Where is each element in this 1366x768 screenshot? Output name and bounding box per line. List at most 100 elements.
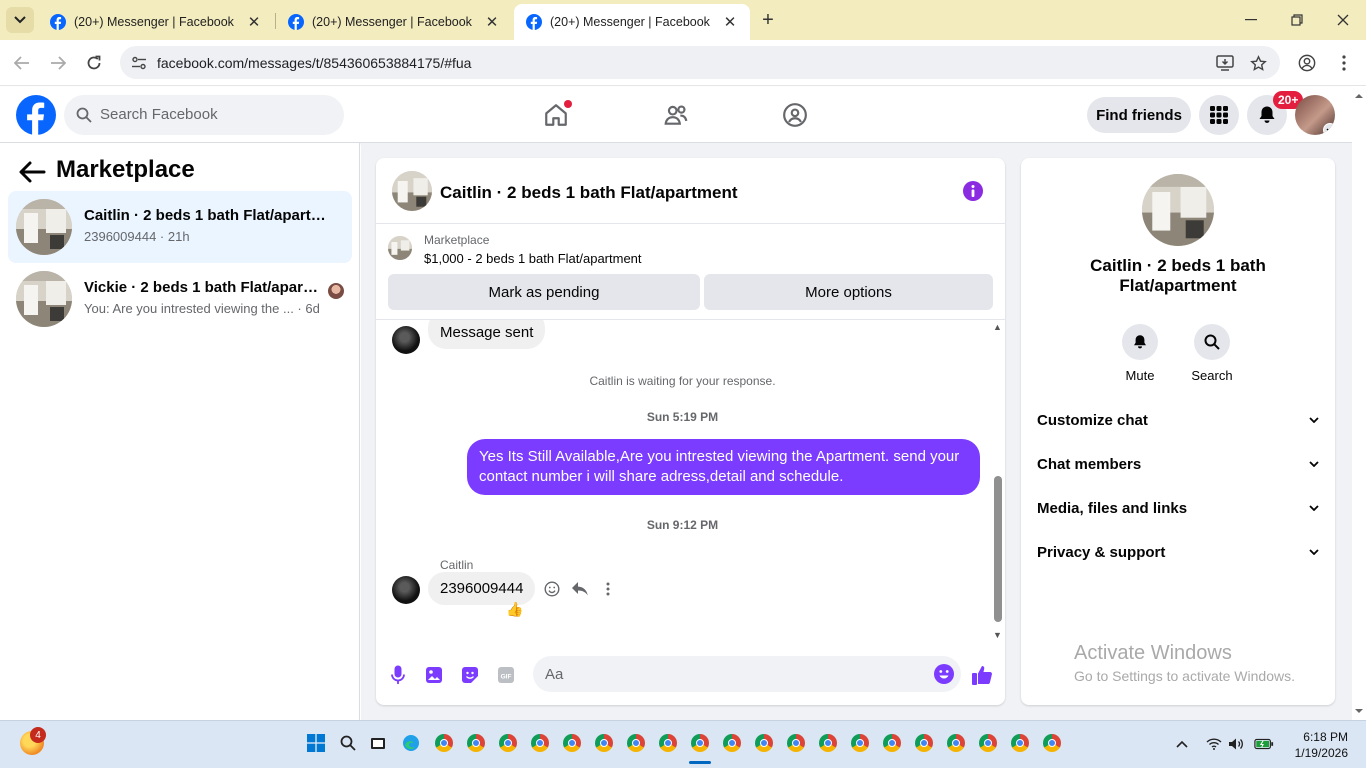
wifi-icon — [1206, 738, 1222, 750]
reload-button[interactable] — [82, 51, 106, 75]
chrome-window-16[interactable] — [913, 732, 935, 754]
react-button[interactable] — [541, 578, 563, 600]
info-icon[interactable] — [962, 180, 984, 202]
nav-home[interactable] — [526, 95, 586, 135]
edge-browser-button[interactable] — [400, 732, 422, 754]
chrome-window-5[interactable] — [561, 732, 583, 754]
new-tab-button[interactable]: + — [756, 8, 780, 32]
voice-clip-button[interactable] — [386, 663, 410, 687]
section-chat-members[interactable]: Chat members — [1037, 452, 1319, 476]
reply-button[interactable] — [569, 578, 591, 600]
chrome-window-6[interactable] — [593, 732, 615, 754]
search-in-conversation-button[interactable]: Search — [1182, 324, 1242, 383]
browser-tab-3-active[interactable]: (20+) Messenger | Facebook ✕ — [514, 4, 750, 40]
chat-listing-avatar[interactable] — [392, 171, 432, 211]
tab-search-button[interactable] — [6, 7, 34, 33]
find-friends-button[interactable]: Find friends — [1087, 97, 1191, 133]
section-privacy-support[interactable]: Privacy & support — [1037, 540, 1319, 564]
chrome-window-1[interactable] — [433, 732, 455, 754]
scroll-up-icon[interactable]: ▲ — [993, 322, 1002, 332]
listing-price[interactable]: $1,000 - 2 beds 1 bath Flat/apartment — [424, 251, 642, 266]
back-arrow-icon[interactable] — [18, 160, 46, 184]
close-tab-icon[interactable]: ✕ — [484, 13, 500, 31]
facebook-logo-icon[interactable] — [16, 95, 56, 135]
menu-button[interactable] — [1199, 95, 1239, 135]
chrome-window-13[interactable] — [817, 732, 839, 754]
message-input[interactable]: Aa — [533, 656, 961, 692]
chrome-window-19[interactable] — [1009, 732, 1031, 754]
sender-name: Caitlin — [440, 558, 474, 572]
chrome-window-12[interactable] — [785, 732, 807, 754]
nav-groups[interactable] — [765, 95, 825, 135]
emoji-icon[interactable] — [933, 663, 955, 685]
start-button[interactable] — [305, 732, 327, 754]
site-info-icon[interactable] — [128, 52, 150, 74]
mute-label: Mute — [1125, 368, 1155, 383]
chrome-window-9-active[interactable] — [689, 732, 711, 754]
volume-status[interactable] — [1226, 734, 1246, 754]
mark-as-pending-button[interactable]: Mark as pending — [388, 274, 700, 310]
sender-avatar[interactable] — [392, 326, 420, 354]
browser-tab-1[interactable]: (20+) Messenger | Facebook ✕ — [38, 4, 274, 40]
url-text[interactable]: facebook.com/messages/t/854360653884175/… — [157, 55, 471, 71]
chrome-window-4[interactable] — [529, 732, 551, 754]
nav-friends[interactable] — [646, 95, 706, 135]
sender-avatar[interactable] — [392, 576, 420, 604]
chrome-window-20[interactable] — [1041, 732, 1063, 754]
browser-menu-button[interactable] — [1332, 51, 1356, 75]
wifi-status[interactable] — [1204, 734, 1224, 754]
chrome-window-10[interactable] — [721, 732, 743, 754]
chrome-window-17[interactable] — [945, 732, 967, 754]
system-clock[interactable]: 6:18 PM 1/19/2026 — [1288, 729, 1348, 761]
task-view-button[interactable] — [367, 732, 389, 754]
bookmark-star-icon[interactable] — [1247, 52, 1269, 74]
more-options-button[interactable]: More options — [704, 274, 993, 310]
section-label: Customize chat — [1037, 411, 1148, 429]
facebook-search-box[interactable]: Search Facebook — [64, 95, 344, 135]
page-scrollbar[interactable] — [1352, 87, 1366, 720]
battery-status[interactable] — [1254, 734, 1274, 754]
details-listing-avatar[interactable] — [1142, 174, 1214, 246]
reaction-emoji[interactable]: 👍 — [506, 601, 523, 618]
back-button[interactable] — [10, 51, 34, 75]
chrome-window-18[interactable] — [977, 732, 999, 754]
bell-icon — [1122, 324, 1158, 360]
forward-button[interactable] — [46, 51, 70, 75]
chrome-window-7[interactable] — [625, 732, 647, 754]
chrome-window-3[interactable] — [497, 732, 519, 754]
scrollbar-thumb[interactable] — [994, 476, 1002, 622]
chrome-window-11[interactable] — [753, 732, 775, 754]
like-send-button[interactable] — [970, 663, 994, 687]
install-app-icon[interactable] — [1214, 52, 1236, 74]
restore-button[interactable] — [1274, 0, 1320, 40]
gif-button[interactable]: GIF — [494, 663, 518, 687]
close-window-button[interactable] — [1320, 0, 1366, 40]
conversation-item-vickie[interactable]: Vickie · 2 beds 1 bath Flat/apartment Yo… — [8, 263, 352, 335]
message-more-button[interactable] — [597, 578, 619, 600]
listing-thumbnail-small[interactable] — [388, 236, 412, 260]
chrome-window-8[interactable] — [657, 732, 679, 754]
sticker-button[interactable] — [458, 663, 482, 687]
marketplace-listing-banner: Marketplace $1,000 - 2 beds 1 bath Flat/… — [376, 224, 1005, 320]
address-bar[interactable]: facebook.com/messages/t/854360653884175/… — [120, 46, 1280, 79]
section-customize-chat[interactable]: Customize chat — [1037, 408, 1319, 432]
mute-button[interactable]: Mute — [1110, 324, 1170, 383]
browser-tab-2[interactable]: (20+) Messenger | Facebook ✕ — [276, 4, 512, 40]
minimize-button[interactable] — [1228, 0, 1274, 40]
profile-avatar[interactable] — [1295, 95, 1335, 135]
chrome-window-15[interactable] — [881, 732, 903, 754]
taskbar-search-button[interactable] — [337, 732, 359, 754]
conversation-item-caitlin[interactable]: Caitlin · 2 beds 1 bath Flat/apartment 2… — [8, 191, 352, 263]
chrome-window-2[interactable] — [465, 732, 487, 754]
close-tab-icon[interactable]: ✕ — [246, 13, 262, 31]
message-scrollbar[interactable]: ▲ ▼ — [990, 320, 1005, 646]
section-media-files-links[interactable]: Media, files and links — [1037, 496, 1319, 520]
scroll-down-icon[interactable]: ▼ — [993, 630, 1002, 640]
close-tab-icon[interactable]: ✕ — [722, 13, 738, 31]
facebook-favicon-icon — [50, 14, 66, 30]
chat-title[interactable]: Caitlin · 2 beds 1 bath Flat/apartment — [440, 183, 738, 203]
chrome-window-14[interactable] — [849, 732, 871, 754]
show-hidden-icons-button[interactable] — [1172, 734, 1192, 754]
profile-button[interactable] — [1295, 51, 1319, 75]
attach-photo-button[interactable] — [422, 663, 446, 687]
